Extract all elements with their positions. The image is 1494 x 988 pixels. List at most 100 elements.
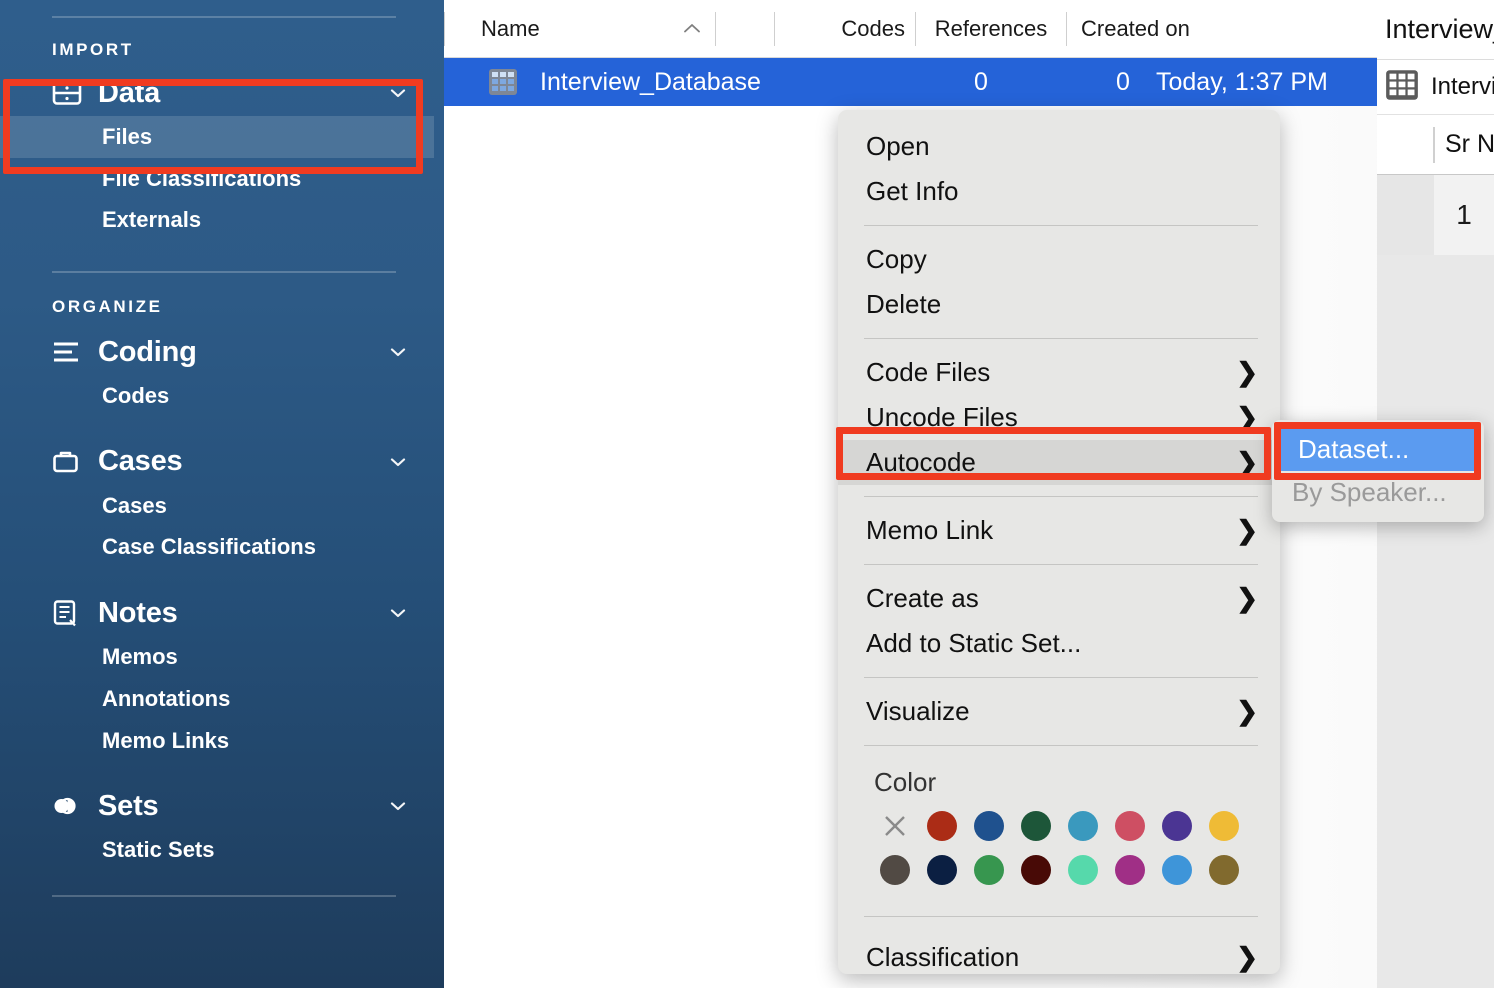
menu-item-create-as[interactable]: Create as ❯ [838,576,1280,621]
chevron-down-icon[interactable] [388,342,408,362]
color-swatch[interactable] [1201,809,1247,843]
color-swatch[interactable] [966,853,1012,887]
color-swatch[interactable] [1201,853,1247,887]
sidebar-group-cases[interactable]: Cases [0,439,444,485]
sidebar-group-notes-label: Notes [98,596,178,629]
sidebar-group-cases-label: Cases [98,445,183,478]
sidebar-item-codes[interactable]: Codes [0,375,444,417]
menu-item-get-info[interactable]: Get Info [838,169,1280,214]
detail-panel-file-row[interactable]: Intervi [1377,60,1494,115]
menu-item-memo-link[interactable]: Memo Link ❯ [838,508,1280,553]
color-swatch[interactable] [1060,809,1106,843]
color-swatch[interactable] [919,853,965,887]
color-swatch[interactable] [1013,853,1059,887]
briefcase-icon [52,449,82,475]
menu-item-get-info-label: Get Info [866,176,959,206]
menu-item-autocode[interactable]: Autocode ❯ [838,440,1280,485]
color-swatch-dot [974,855,1004,885]
menu-item-visualize[interactable]: Visualize ❯ [838,689,1280,734]
column-header-codes[interactable]: Codes [775,12,915,46]
sidebar-item-files[interactable]: Files [0,116,434,158]
toggle-icon [52,793,82,819]
menu-item-delete-label: Delete [866,289,942,319]
color-swatch[interactable] [1107,809,1153,843]
sidebar-item-cases[interactable]: Cases [0,485,444,527]
menu-item-uncode-files[interactable]: Uncode Files ❯ [838,395,1280,440]
sidebar-item-file-classifications[interactable]: File Classifications [0,158,444,200]
column-header-created-on[interactable]: Created on [1067,12,1257,46]
file-list-header: Name Codes References Created on [444,0,1494,58]
column-header-created-on-label: Created on [1081,15,1190,41]
chevron-down-icon[interactable] [388,796,408,816]
detail-panel-file-label: Intervi [1431,73,1494,100]
notepad-icon [52,600,82,627]
chevron-down-icon[interactable] [388,603,408,623]
menu-item-create-as-label: Create as [866,583,979,613]
color-swatch[interactable] [1154,809,1200,843]
sidebar-item-annotations[interactable]: Annotations [0,678,444,720]
sidebar-group-data[interactable]: Data [0,70,444,116]
menu-item-visualize-label: Visualize [866,696,970,726]
menu-item-delete[interactable]: Delete [838,282,1280,327]
menu-item-copy[interactable]: Copy [838,237,1280,282]
coding-lines-icon [52,339,82,365]
sidebar-divider-bottom [52,894,396,897]
sidebar-item-externals[interactable]: Externals [0,199,444,241]
menu-separator [864,916,1258,917]
menu-separator [864,677,1258,678]
chevron-right-icon: ❯ [1236,696,1258,726]
color-swatch-dot [1021,811,1051,841]
column-header-references[interactable]: References [916,12,1066,46]
menu-item-code-files[interactable]: Code Files ❯ [838,350,1280,395]
color-swatch-dot [880,855,910,885]
chevron-down-icon[interactable] [388,83,408,103]
detail-panel-column-header[interactable]: Sr N [1377,115,1494,175]
sidebar-group-sets[interactable]: Sets [0,783,444,829]
menu-item-classification-label: Classification [866,942,1020,972]
menu-item-add-to-static-set[interactable]: Add to Static Set... [838,621,1280,666]
color-swatch-dot [1021,855,1051,885]
menu-item-uncode-files-label: Uncode Files [866,402,1018,432]
sidebar-item-memo-links[interactable]: Memo Links [0,720,444,762]
sidebar-item-memos[interactable]: Memos [0,636,444,678]
color-swatch[interactable] [872,853,918,887]
color-swatch-row-1 [838,804,1280,848]
menu-item-memo-link-label: Memo Link [866,515,994,545]
chevron-down-icon[interactable] [388,452,408,472]
detail-panel-tab[interactable]: Interview_ [1377,0,1494,60]
color-swatch[interactable] [1154,853,1200,887]
autocode-submenu: Dataset... By Speaker... [1272,420,1484,522]
table-row[interactable]: Interview_Database 0 0 Today, 1:37 PM [444,58,1494,106]
sidebar-section-import-label: IMPORT [52,40,134,59]
column-header-name-label: Name [481,15,540,41]
color-swatch-dot [1209,811,1239,841]
column-header-name[interactable]: Name [445,12,715,46]
color-swatch[interactable] [1060,853,1106,887]
chevron-right-icon: ❯ [1236,447,1258,477]
color-swatch-dot [1068,811,1098,841]
menu-item-code-files-label: Code Files [866,357,991,387]
sidebar-group-notes[interactable]: Notes [0,590,444,636]
menu-item-classification[interactable]: Classification ❯ [838,935,1280,974]
color-swatch[interactable] [919,809,965,843]
sort-ascending-icon[interactable] [679,16,705,42]
color-swatch-dot [1209,855,1239,885]
color-section-label: Color [874,767,937,797]
menu-separator [864,225,1258,226]
color-swatch[interactable] [1107,853,1153,887]
detail-panel-data-row[interactable]: 1 [1377,175,1494,255]
column-header-codes-label: Codes [841,15,905,41]
table-row-created-on: Today, 1:37 PM [1156,67,1328,96]
sidebar-item-static-sets[interactable]: Static Sets [0,829,444,871]
chevron-right-icon: ❯ [1236,583,1258,613]
no-color-swatch[interactable] [872,809,918,843]
sidebar-group-coding[interactable]: Coding [0,329,444,375]
dataset-grid-icon [488,67,518,97]
detail-panel-cell-value: 1 [1434,175,1494,255]
submenu-item-by-speaker: By Speaker... [1272,471,1484,514]
menu-item-open[interactable]: Open [838,124,1280,169]
submenu-item-dataset[interactable]: Dataset... [1278,428,1478,471]
color-swatch[interactable] [1013,809,1059,843]
color-swatch[interactable] [966,809,1012,843]
sidebar-item-case-classifications[interactable]: Case Classifications [0,526,444,568]
